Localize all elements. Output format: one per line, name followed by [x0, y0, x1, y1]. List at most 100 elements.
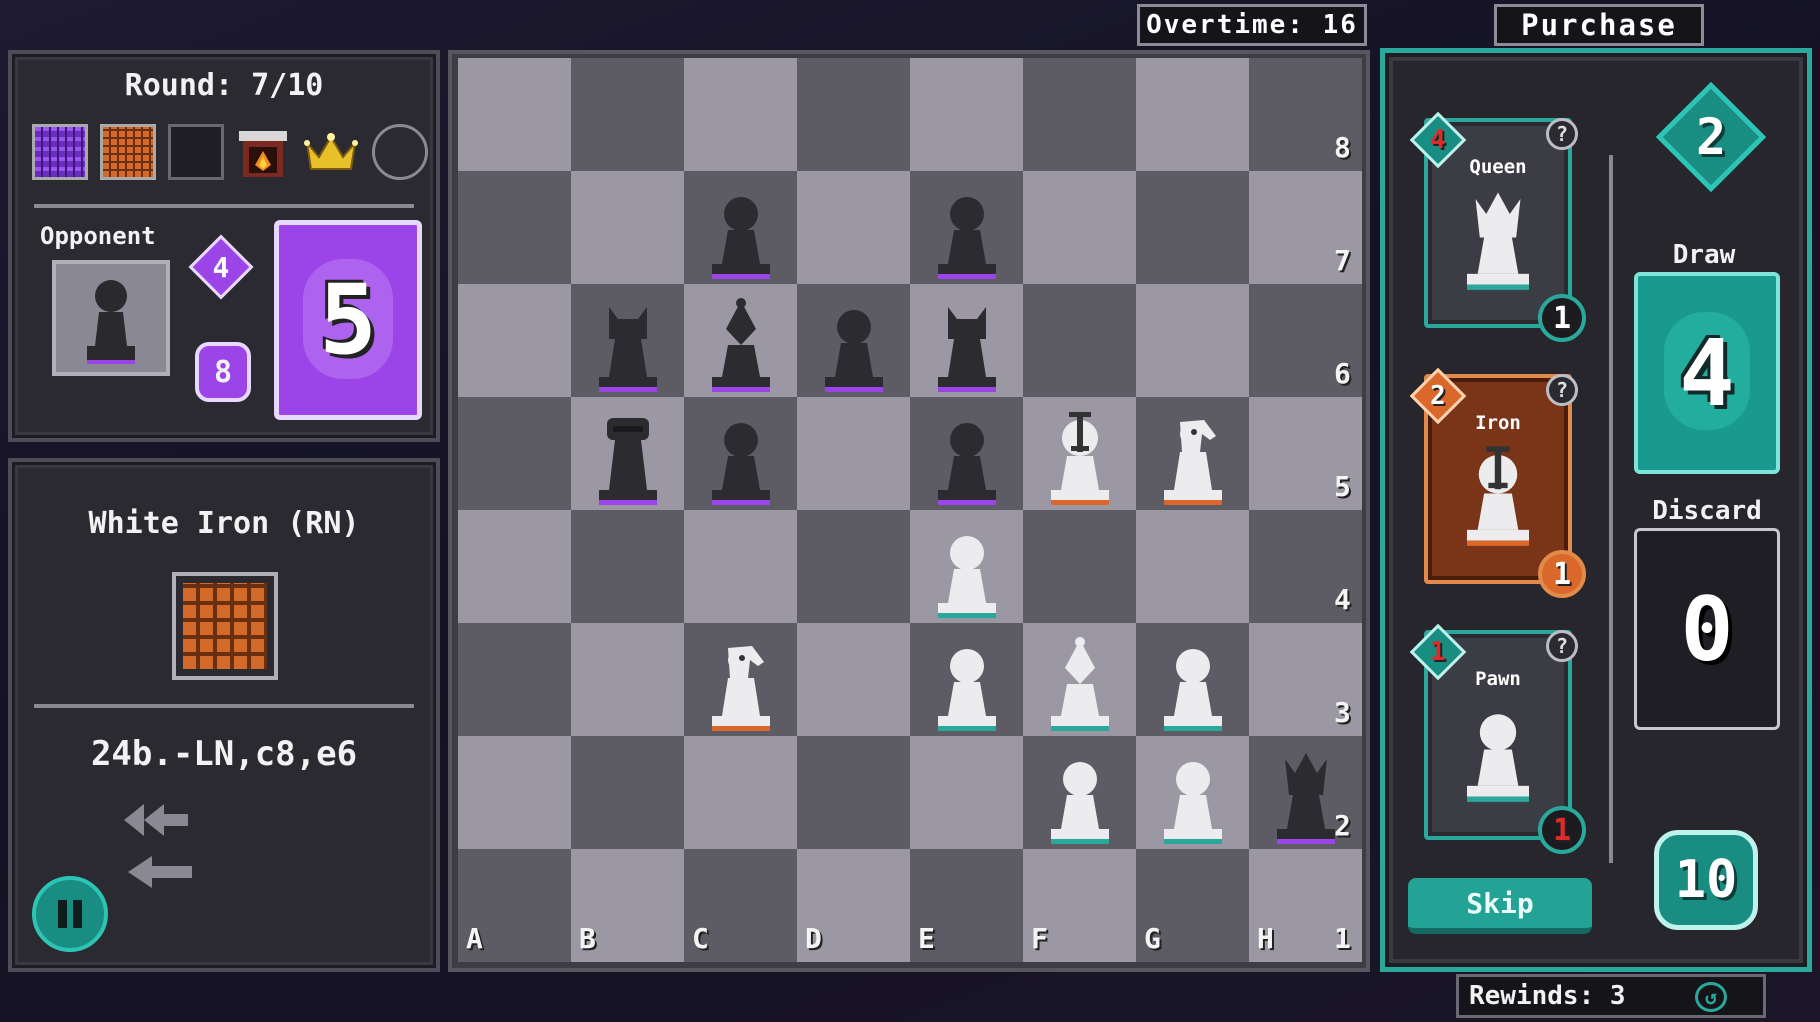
modifier-fire-oven[interactable]: [234, 124, 292, 182]
modifier-purple-grid[interactable]: [32, 124, 88, 180]
board-square-e2[interactable]: [910, 736, 1023, 849]
black-queen-piece[interactable]: [1249, 732, 1362, 845]
black-rook-piece[interactable]: [571, 393, 684, 506]
move-notation: 24b.-LN,c8,e6: [90, 734, 358, 774]
board-square-g8[interactable]: [1136, 58, 1249, 171]
white-knight-piece[interactable]: [1136, 393, 1249, 506]
card-cost: 2: [1430, 381, 1446, 411]
board-square-b7[interactable]: [571, 171, 684, 284]
black-pawn-piece[interactable]: [797, 280, 910, 393]
file-label: G: [1144, 922, 1161, 955]
skip-button[interactable]: Skip: [1408, 878, 1592, 934]
file-label: E: [918, 922, 935, 955]
board-square-d3[interactable]: [797, 623, 910, 736]
black-pawn-piece[interactable]: [684, 393, 797, 506]
black-cat-piece[interactable]: [571, 280, 684, 393]
modifier-empty-slot[interactable]: [168, 124, 224, 180]
board-square-f6[interactable]: [1023, 284, 1136, 397]
card-name: Iron: [1475, 412, 1521, 434]
board-square-f7[interactable]: [1023, 171, 1136, 284]
black-pawn-piece[interactable]: [684, 167, 797, 280]
board-square-c2[interactable]: [684, 736, 797, 849]
black-bishop-piece[interactable]: [684, 280, 797, 393]
rewind-fast-button[interactable]: [118, 798, 194, 842]
discard-pile[interactable]: 0: [1634, 528, 1780, 730]
opponent-cost: 4: [212, 250, 230, 284]
card-info-icon[interactable]: ?: [1546, 630, 1578, 662]
black-pawn-piece[interactable]: [910, 167, 1023, 280]
board-square-d4[interactable]: [797, 510, 910, 623]
board-square-a4[interactable]: [458, 510, 571, 623]
rewind-step-button[interactable]: [122, 850, 198, 894]
card-count-badge: 1: [1538, 806, 1586, 854]
board-square-g6[interactable]: [1136, 284, 1249, 397]
discard-label: Discard: [1652, 496, 1762, 526]
card-piece-icon: [1452, 696, 1544, 810]
board-square-b3[interactable]: [571, 623, 684, 736]
board-square-d5[interactable]: [797, 397, 910, 510]
card-name: Queen: [1469, 156, 1527, 178]
board-square-c4[interactable]: [684, 510, 797, 623]
board-square-d7[interactable]: [797, 171, 910, 284]
card-count-badge: 1: [1538, 550, 1586, 598]
pause-button[interactable]: [32, 876, 108, 952]
modifier-crown[interactable]: [302, 126, 360, 180]
board-square-f4[interactable]: [1023, 510, 1136, 623]
modifier-empty-circle[interactable]: [372, 124, 428, 180]
skip-label: Skip: [1466, 886, 1534, 920]
round-label: Round: 7/10: [124, 68, 324, 103]
board-square-d2[interactable]: [797, 736, 910, 849]
double-arrow-left-icon: [124, 804, 188, 836]
shop-divider: [1609, 155, 1613, 863]
card-info-icon[interactable]: ?: [1546, 118, 1578, 150]
fire-oven-icon: [239, 131, 287, 177]
card-info-icon[interactable]: ?: [1546, 374, 1578, 406]
white-pawn-piece[interactable]: [910, 506, 1023, 619]
white-pawn-piece[interactable]: [910, 619, 1023, 732]
board-square-a6[interactable]: [458, 284, 571, 397]
rank-label: 1: [1334, 922, 1351, 955]
board-square-f8[interactable]: [1023, 58, 1136, 171]
white-iron-piece[interactable]: [1023, 393, 1136, 506]
rewinds-counter: Rewinds: 3: [1469, 981, 1626, 1011]
board-square-e8[interactable]: [910, 58, 1023, 171]
board-square-c8[interactable]: [684, 58, 797, 171]
file-label: B: [579, 922, 596, 955]
opponent-label: Opponent: [40, 222, 156, 250]
black-pawn-piece[interactable]: [910, 393, 1023, 506]
opponent-deck-card: 5: [274, 220, 422, 420]
board-square-b4[interactable]: [571, 510, 684, 623]
board-square-a8[interactable]: [458, 58, 571, 171]
modifier-orange-grid[interactable]: [100, 124, 156, 180]
board-square-b2[interactable]: [571, 736, 684, 849]
rewind-icon[interactable]: ↺: [1695, 982, 1727, 1012]
white-bishop-piece[interactable]: [1023, 619, 1136, 732]
overtime-counter: Overtime: 16: [1137, 4, 1367, 46]
black-cat-piece[interactable]: [910, 280, 1023, 393]
board-square-a5[interactable]: [458, 397, 571, 510]
rewinds-box: Rewinds: 3 ↺: [1456, 974, 1766, 1018]
white-pawn-piece[interactable]: [1136, 732, 1249, 845]
chess-board[interactable]: 87654321ABCDEFGH: [458, 58, 1362, 962]
rank-label: 5: [1334, 470, 1351, 503]
opponent-deck-count: 5: [319, 264, 377, 376]
board-square-a7[interactable]: [458, 171, 571, 284]
board-square-a3[interactable]: [458, 623, 571, 736]
board-square-g7[interactable]: [1136, 171, 1249, 284]
deck-total-badge: 10: [1654, 830, 1758, 930]
discard-count: 0: [1680, 577, 1734, 681]
purple-grid-icon: [35, 127, 85, 177]
white-pawn-piece[interactable]: [1136, 619, 1249, 732]
board-square-a2[interactable]: [458, 736, 571, 849]
white-knight-piece[interactable]: [684, 619, 797, 732]
card-name: Pawn: [1475, 668, 1521, 690]
board-square-g4[interactable]: [1136, 510, 1249, 623]
draw-pile[interactable]: 4: [1634, 272, 1780, 474]
deck-total: 10: [1674, 850, 1738, 910]
board-square-b8[interactable]: [571, 58, 684, 171]
card-piece-icon: [1452, 184, 1544, 298]
draw-label: Draw: [1672, 240, 1736, 270]
white-pawn-piece[interactable]: [1023, 732, 1136, 845]
board-square-d8[interactable]: [797, 58, 910, 171]
pause-icon: [58, 900, 82, 928]
